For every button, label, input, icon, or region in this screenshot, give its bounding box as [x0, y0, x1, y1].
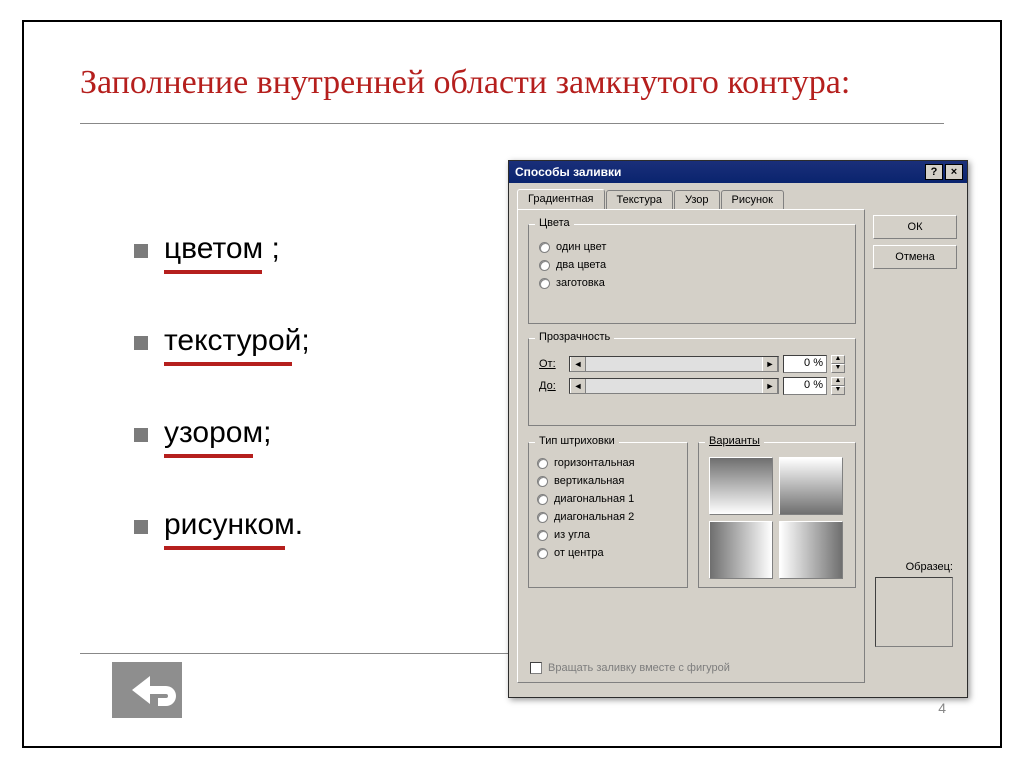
radio-icon: [537, 458, 548, 469]
radio-one-color[interactable]: один цвет: [539, 239, 845, 255]
radio-label: один цвет: [556, 241, 606, 253]
radio-icon: [539, 260, 550, 271]
hatch-type-group: Тип штриховки горизонтальная вертикальна…: [528, 442, 688, 588]
radio-label: от центра: [554, 547, 604, 559]
transparency-from-row: От: ◄ ► 0 % ▲▼: [539, 355, 845, 373]
colors-group: Цвета один цвет два цвета заготовка: [528, 224, 856, 324]
colors-legend: Цвета: [535, 217, 574, 229]
rotate-with-shape-checkbox[interactable]: Вращать заливку вместе с фигурой: [530, 662, 730, 674]
tab-panel-gradient: Цвета один цвет два цвета заготовка: [517, 209, 865, 683]
slide-title: Заполнение внутренней области замкнутого…: [80, 62, 944, 124]
radio-icon: [537, 548, 548, 559]
radio-preset[interactable]: заготовка: [539, 275, 845, 291]
radio-two-colors[interactable]: два цвета: [539, 257, 845, 273]
page-number: 4: [938, 700, 946, 716]
sample-preview: [875, 577, 953, 647]
radio-icon: [537, 494, 548, 505]
from-label: От:: [539, 358, 565, 370]
checkbox-label: Вращать заливку вместе с фигурой: [548, 662, 730, 674]
radio-diag2[interactable]: диагональная 2: [537, 509, 679, 525]
radio-diag1[interactable]: диагональная 1: [537, 491, 679, 507]
bullet-icon: [134, 428, 148, 442]
tab-picture[interactable]: Рисунок: [721, 190, 785, 210]
bullet-text: рисунком.: [164, 508, 303, 542]
from-slider[interactable]: ◄ ►: [569, 356, 779, 372]
radio-icon: [537, 476, 548, 487]
back-button[interactable]: [112, 662, 182, 718]
cancel-button[interactable]: Отмена: [873, 245, 957, 269]
transparency-legend: Прозрачность: [535, 331, 614, 343]
slider-left-arrow-icon[interactable]: ◄: [570, 379, 586, 393]
radio-icon: [537, 530, 548, 541]
radio-from-center[interactable]: от центра: [537, 545, 679, 561]
bullet-text: текстурой;: [164, 324, 310, 358]
variants-group: Варианты: [698, 442, 856, 588]
help-button[interactable]: ?: [925, 164, 943, 180]
ok-button[interactable]: ОК: [873, 215, 957, 239]
to-spinner[interactable]: ▲▼: [831, 377, 845, 395]
list-item: узором;: [134, 416, 494, 450]
radio-from-corner[interactable]: из угла: [537, 527, 679, 543]
close-button[interactable]: ×: [945, 164, 963, 180]
bullet-text: узором;: [164, 416, 271, 450]
bullet-icon: [134, 520, 148, 534]
fill-methods-dialog: Способы заливки ? × Градиентная Текстура…: [508, 160, 968, 698]
radio-label: заготовка: [556, 277, 605, 289]
sample-label: Образец:: [906, 561, 953, 573]
radio-vertical[interactable]: вертикальная: [537, 473, 679, 489]
tabstrip: Градиентная Текстура Узор Рисунок: [517, 189, 785, 209]
to-value[interactable]: 0 %: [783, 377, 827, 395]
tab-gradient[interactable]: Градиентная: [517, 189, 605, 209]
checkbox-icon: [530, 662, 542, 674]
dialog-body: Градиентная Текстура Узор Рисунок ОК Отм…: [509, 183, 967, 697]
slider-right-arrow-icon[interactable]: ►: [762, 379, 778, 393]
dialog-title: Способы заливки: [515, 165, 621, 179]
tab-texture[interactable]: Текстура: [606, 190, 673, 210]
bullet-icon: [134, 244, 148, 258]
bullet-list: цветом ; текстурой; узором; рисунком.: [134, 232, 494, 600]
variants-grid: [709, 457, 843, 579]
list-item: текстурой;: [134, 324, 494, 358]
variants-legend: Варианты: [705, 435, 764, 447]
transparency-group: Прозрачность От: ◄ ► 0 % ▲▼ До:: [528, 338, 856, 426]
dialog-side-buttons: ОК Отмена: [873, 215, 957, 275]
list-item: цветом ;: [134, 232, 494, 266]
transparency-to-row: До: ◄ ► 0 % ▲▼: [539, 377, 845, 395]
bullet-icon: [134, 336, 148, 350]
variant-swatch[interactable]: [709, 457, 773, 515]
radio-horizontal[interactable]: горизонтальная: [537, 455, 679, 471]
list-item: рисунком.: [134, 508, 494, 542]
radio-icon: [539, 242, 550, 253]
from-value[interactable]: 0 %: [783, 355, 827, 373]
radio-label: диагональная 2: [554, 511, 634, 523]
bullet-text: цветом ;: [164, 232, 280, 266]
radio-label: из угла: [554, 529, 590, 541]
hatch-legend: Тип штриховки: [535, 435, 619, 447]
slider-track[interactable]: [586, 379, 762, 393]
from-spinner[interactable]: ▲▼: [831, 355, 845, 373]
variant-swatch[interactable]: [779, 457, 843, 515]
slider-right-arrow-icon[interactable]: ►: [762, 357, 778, 371]
variant-swatch[interactable]: [779, 521, 843, 579]
radio-icon: [539, 278, 550, 289]
variant-swatch[interactable]: [709, 521, 773, 579]
dialog-titlebar[interactable]: Способы заливки ? ×: [509, 161, 967, 183]
radio-icon: [537, 512, 548, 523]
to-slider[interactable]: ◄ ►: [569, 378, 779, 394]
radio-label: диагональная 1: [554, 493, 634, 505]
to-label: До:: [539, 380, 565, 392]
radio-label: вертикальная: [554, 475, 624, 487]
radio-label: два цвета: [556, 259, 606, 271]
slider-track[interactable]: [586, 357, 762, 371]
radio-label: горизонтальная: [554, 457, 635, 469]
tab-pattern[interactable]: Узор: [674, 190, 720, 210]
slider-left-arrow-icon[interactable]: ◄: [570, 357, 586, 371]
